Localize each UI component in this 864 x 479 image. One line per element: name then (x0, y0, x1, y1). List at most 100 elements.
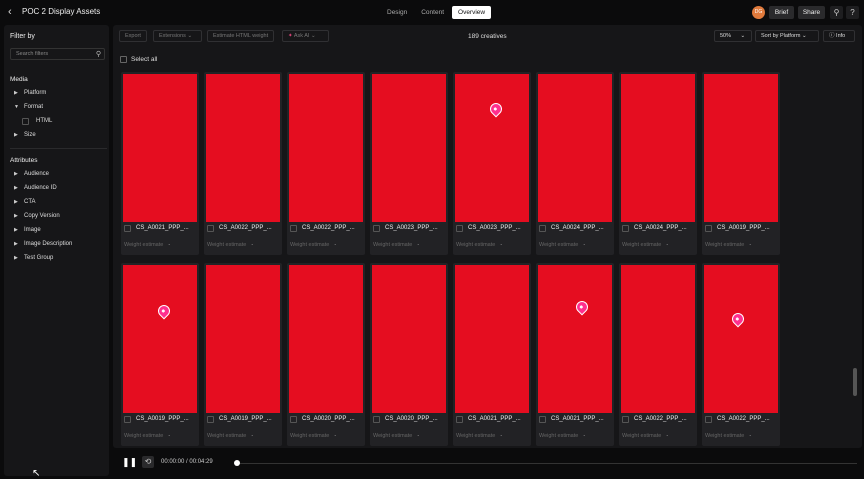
creative-thumbnail[interactable] (538, 265, 612, 413)
zoom-dropdown[interactable]: 50% ⌄ (714, 30, 752, 42)
creative-thumbnail[interactable] (621, 265, 695, 413)
brief-button[interactable]: Brief (769, 6, 794, 19)
filter-image-description[interactable]: ▶ Image Description (14, 241, 72, 247)
chevron-left-icon[interactable]: ‹ (8, 6, 12, 18)
filter-format[interactable]: ▼ Format (14, 104, 43, 110)
creative-thumbnail[interactable] (372, 74, 446, 222)
caret-right-icon: ▶ (14, 255, 18, 261)
chevron-down-icon: ⌄ (187, 33, 193, 39)
creative-thumbnail[interactable] (455, 74, 529, 222)
search-icon[interactable]: ⚲ (830, 6, 843, 19)
select-all-checkbox[interactable] (120, 56, 127, 63)
timeline-track[interactable] (237, 463, 857, 464)
playback-time: 00:00:00 / 00:04:29 (161, 459, 213, 465)
card-checkbox[interactable] (207, 225, 214, 232)
card-checkbox[interactable] (290, 225, 297, 232)
card-checkbox[interactable] (622, 416, 629, 423)
share-button[interactable]: Share (798, 6, 825, 19)
creative-card[interactable]: CS_A0023_PPP_... Weight estimate - (453, 72, 531, 255)
creative-thumbnail[interactable] (704, 74, 778, 222)
creative-card[interactable]: CS_A0022_PPP_... Weight estimate - (287, 72, 365, 255)
creative-card[interactable]: CS_A0023_PPP_... Weight estimate - (370, 72, 448, 255)
creative-card[interactable]: CS_A0022_PPP_... Weight estimate - (204, 72, 282, 255)
sort-dropdown[interactable]: Sort by Platform ⌄ (755, 30, 819, 42)
creative-card[interactable]: CS_A0022_PPP_... Weight estimate - (702, 263, 780, 446)
card-checkbox[interactable] (124, 225, 131, 232)
creative-card[interactable]: CS_A0020_PPP_... Weight estimate - (287, 263, 365, 446)
creative-thumbnail[interactable] (538, 74, 612, 222)
card-checkbox[interactable] (290, 416, 297, 423)
scrollbar[interactable] (853, 368, 857, 396)
weight-label: Weight estimate (622, 242, 662, 248)
creative-card[interactable]: CS_A0022_PPP_... Weight estimate - (619, 263, 697, 446)
creative-thumbnail[interactable] (289, 74, 363, 222)
pause-icon[interactable]: ❚❚ (122, 457, 137, 468)
loop-icon[interactable]: ⟲ (142, 456, 154, 468)
creative-card[interactable]: CS_A0019_PPP_... Weight estimate - (204, 263, 282, 446)
card-checkbox[interactable] (456, 416, 463, 423)
creative-thumbnail[interactable] (621, 74, 695, 222)
creative-thumbnail[interactable] (123, 265, 197, 413)
comment-pin-icon[interactable] (729, 310, 747, 328)
tab-design[interactable]: Design (381, 6, 413, 19)
extensions-dropdown[interactable]: Extensions ⌄ (153, 30, 202, 42)
card-checkbox[interactable] (539, 225, 546, 232)
estimate-weight-button[interactable]: Estimate HTML weight (207, 30, 275, 42)
creative-thumbnail[interactable] (123, 74, 197, 222)
card-checkbox[interactable] (622, 225, 629, 232)
tab-overview[interactable]: Overview (452, 6, 492, 19)
card-checkbox[interactable] (373, 416, 380, 423)
search-filters-input[interactable]: Search filters ⚲ (10, 48, 105, 60)
creative-thumbnail[interactable] (704, 265, 778, 413)
creative-card[interactable]: CS_A0021_PPP_... Weight estimate - (121, 72, 199, 255)
creative-thumbnail[interactable] (372, 265, 446, 413)
card-checkbox[interactable] (124, 416, 131, 423)
creative-card[interactable]: CS_A0024_PPP_... Weight estimate - (619, 72, 697, 255)
weight-value: - (417, 433, 420, 439)
card-checkbox[interactable] (705, 225, 712, 232)
ask-ai-dropdown[interactable]: ✦ Ask AI ⌄ (282, 30, 329, 42)
creative-card[interactable]: CS_A0021_PPP_... Weight estimate - (453, 263, 531, 446)
filter-audience[interactable]: ▶ Audience (14, 171, 49, 177)
creative-card[interactable]: CS_A0019_PPP_... Weight estimate - (121, 263, 199, 446)
creative-thumbnail[interactable] (206, 74, 280, 222)
card-checkbox[interactable] (373, 225, 380, 232)
search-icon: ⚲ (95, 51, 101, 58)
filter-cta[interactable]: ▶ CTA (14, 199, 36, 205)
weight-value: - (666, 242, 669, 248)
tab-content[interactable]: Content (415, 6, 450, 19)
card-checkbox[interactable] (705, 416, 712, 423)
help-icon[interactable]: ? (846, 6, 859, 19)
card-checkbox[interactable] (207, 416, 214, 423)
card-checkbox[interactable] (456, 225, 463, 232)
creative-thumbnail[interactable] (455, 265, 529, 413)
export-button[interactable]: Export (119, 30, 147, 42)
filter-image[interactable]: ▶ Image (14, 227, 41, 233)
mouse-cursor-icon: ↖ (32, 468, 41, 479)
select-all-label[interactable]: Select all (131, 56, 157, 63)
comment-pin-icon[interactable] (573, 298, 591, 316)
creative-name: CS_A0022_PPP_... (634, 416, 687, 422)
filter-size[interactable]: ▶ Size (14, 132, 36, 138)
creative-card[interactable]: CS_A0019_PPP_... Weight estimate - (702, 72, 780, 255)
filter-copy-version[interactable]: ▶ Copy Version (14, 213, 60, 219)
caret-right-icon: ▶ (14, 132, 18, 138)
timeline-handle[interactable] (234, 460, 240, 466)
comment-pin-icon[interactable] (155, 302, 173, 320)
comment-pin-icon[interactable] (487, 100, 505, 118)
filter-audience-id[interactable]: ▶ Audience ID (14, 185, 57, 191)
html-checkbox[interactable] (22, 118, 29, 125)
card-checkbox[interactable] (539, 416, 546, 423)
avatar[interactable]: DG (752, 6, 765, 19)
creative-card[interactable]: CS_A0020_PPP_... Weight estimate - (370, 263, 448, 446)
info-button[interactable]: ⓘ Info (823, 30, 855, 42)
creative-thumbnail[interactable] (289, 265, 363, 413)
filter-test-group[interactable]: ▶ Test Group (14, 255, 53, 261)
creative-card[interactable]: CS_A0021_PPP_... Weight estimate - (536, 263, 614, 446)
caret-right-icon: ▶ (14, 171, 18, 177)
creative-card[interactable]: CS_A0024_PPP_... Weight estimate - (536, 72, 614, 255)
caret-right-icon: ▶ (14, 227, 18, 233)
creative-thumbnail[interactable] (206, 265, 280, 413)
filter-platform[interactable]: ▶ Platform (14, 90, 46, 96)
weight-value: - (334, 433, 337, 439)
